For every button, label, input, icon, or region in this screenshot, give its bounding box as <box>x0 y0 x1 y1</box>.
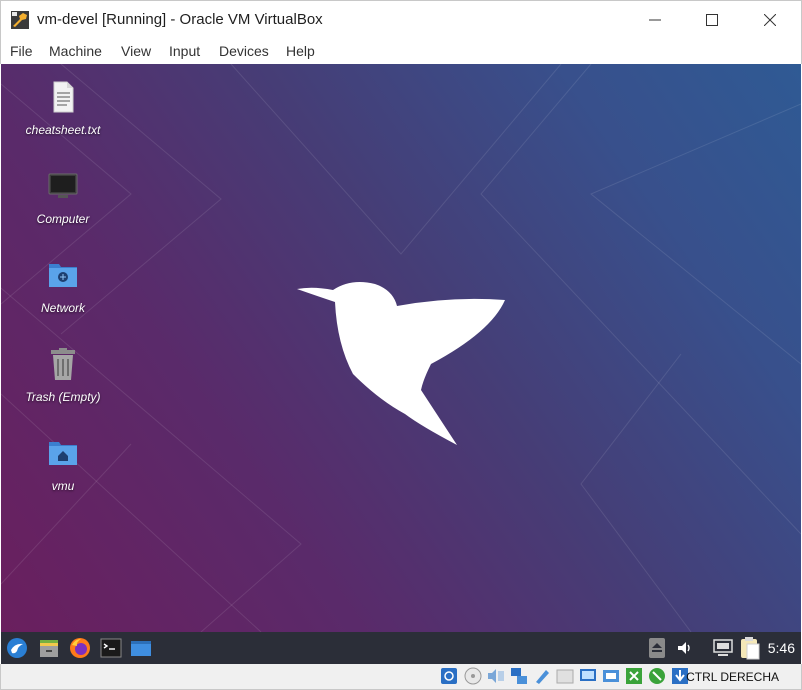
minimize-icon <box>649 19 661 21</box>
usb-icon[interactable] <box>532 666 552 686</box>
display-icon <box>713 639 733 656</box>
mouse-integration-icon[interactable] <box>647 666 667 686</box>
show-desktop-icon <box>131 641 151 656</box>
desktop-icon-computer[interactable]: Computer <box>18 169 108 226</box>
eject-icon <box>649 638 665 658</box>
optical-drive-icon[interactable] <box>463 666 483 686</box>
guest-taskbar: 5:46 <box>1 632 801 664</box>
eject-button[interactable] <box>645 636 669 660</box>
desktop-icon-trash[interactable]: Trash (Empty) <box>18 347 108 404</box>
display-tray-button[interactable] <box>711 636 735 660</box>
virtualbox-app-icon <box>10 10 30 30</box>
window-title: vm-devel [Running] - Oracle VM VirtualBo… <box>37 11 323 28</box>
vm-display-icon[interactable] <box>578 666 598 686</box>
menu-help[interactable]: Help <box>286 43 315 59</box>
desktop-icon-label: cheatsheet.txt <box>25 123 101 137</box>
clipboard-button[interactable] <box>738 636 762 660</box>
start-menu-icon <box>7 638 27 658</box>
close-icon <box>764 14 776 26</box>
minimize-button[interactable] <box>626 1 684 39</box>
start-menu-button[interactable] <box>5 636 29 660</box>
home-folder-icon <box>49 442 77 465</box>
terminal-icon <box>100 638 122 658</box>
title-bar: vm-devel [Running] - Oracle VM VirtualBo… <box>0 0 802 38</box>
file-manager-icon <box>40 640 58 657</box>
desktop-icon-network[interactable]: Network <box>18 258 108 315</box>
hard-disk-icon[interactable] <box>439 666 459 686</box>
terminal-button[interactable] <box>99 636 123 660</box>
host-key-label[interactable]: CTRL DERECHA <box>686 670 779 684</box>
desktop-icon-label: Network <box>40 301 85 315</box>
hummingbird-logo <box>297 282 505 445</box>
firefox-icon <box>70 638 90 658</box>
network-folder-icon <box>49 264 77 287</box>
audio-icon[interactable] <box>486 666 506 686</box>
desktop-icon-cheatsheet[interactable]: cheatsheet.txt <box>18 80 108 137</box>
shared-folders-icon[interactable] <box>555 666 575 686</box>
vbox-status-bar: CTRL DERECHA <box>0 664 802 690</box>
guest-desktop[interactable]: cheatsheet.txt Computer Network Trash (E… <box>1 64 801 632</box>
trash-icon <box>51 348 75 380</box>
firefox-button[interactable] <box>68 636 92 660</box>
menu-bar: File Machine View Input Devices Help <box>0 38 802 64</box>
cpu-icon[interactable] <box>624 666 644 686</box>
desktop-icon-label: Trash (Empty) <box>25 390 101 404</box>
menu-view[interactable]: View <box>121 43 151 59</box>
computer-icon <box>48 173 78 198</box>
desktop-icon-label: Computer <box>36 212 90 226</box>
desktop-icon-label: vmu <box>51 479 75 493</box>
show-desktop-button[interactable] <box>129 636 153 660</box>
close-button[interactable] <box>741 1 799 39</box>
maximize-icon <box>706 14 718 26</box>
volume-button[interactable] <box>673 636 697 660</box>
menu-input[interactable]: Input <box>169 43 200 59</box>
text-file-icon <box>53 81 74 113</box>
file-manager-button[interactable] <box>37 636 61 660</box>
menu-machine[interactable]: Machine <box>49 43 102 59</box>
desktop-icon-home[interactable]: vmu <box>18 436 108 493</box>
clipboard-icon <box>741 637 760 660</box>
volume-icon <box>678 642 690 654</box>
network-icon[interactable] <box>509 666 529 686</box>
wallpaper-pattern <box>1 64 801 632</box>
clock[interactable]: 5:46 <box>768 640 795 656</box>
maximize-button[interactable] <box>683 1 741 39</box>
menu-devices[interactable]: Devices <box>219 43 269 59</box>
recording-icon[interactable] <box>601 666 621 686</box>
menu-file[interactable]: File <box>10 43 33 59</box>
